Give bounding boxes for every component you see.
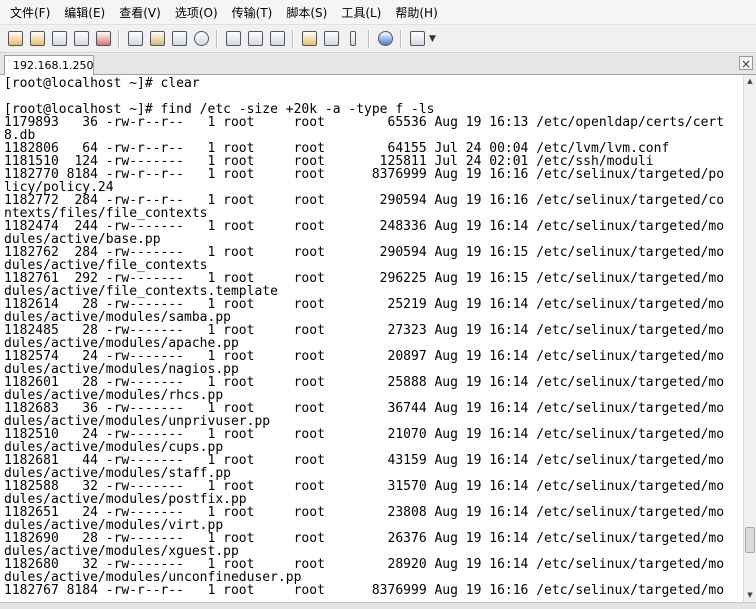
disconnect-icon[interactable] [93,29,113,49]
session-tab[interactable]: 192.168.1.250 [4,55,94,75]
terminal-output[interactable]: [root@localhost ~]# clear [root@localhost… [0,75,743,602]
toolbar-separator [292,29,294,48]
chevron-down-icon[interactable]: ▼ [429,34,436,44]
help-icon[interactable] [375,29,395,49]
menu-edit[interactable]: 编辑(E) [60,4,109,21]
connect-icon[interactable] [5,29,25,49]
paste-icon[interactable] [147,29,167,49]
toolbar-separator [368,29,370,48]
terminal-line: 1182767 8184 -rw-r--r-- 1 root root 8376… [4,583,725,598]
menu-transfer[interactable]: 传输(T) [228,4,277,21]
menu-script[interactable]: 脚本(S) [282,4,331,21]
reconnect-icon[interactable] [71,29,91,49]
menu-view[interactable]: 查看(V) [115,4,165,21]
toolbar-separator [400,29,402,48]
copy-icon[interactable] [125,29,145,49]
toolbar: ▼ [0,25,756,53]
copy-paste-icon[interactable] [169,29,189,49]
quick-connect-icon[interactable] [27,29,47,49]
terminal-line: [root@localhost ~]# clear [4,76,200,91]
sftp-icon[interactable] [407,29,427,49]
session-tab-strip: 192.168.1.250 × [0,54,756,75]
close-icon[interactable]: × [739,56,753,71]
connect-tab-icon[interactable] [49,29,69,49]
terminal-line: 1179893 36 -rw-r--r-- 1 root root 65536 … [4,115,725,130]
menu-file[interactable]: 文件(F) [6,4,54,21]
keymap-icon[interactable] [343,29,363,49]
session-options-icon[interactable] [299,29,319,49]
find-icon[interactable] [191,29,211,49]
menu-options[interactable]: 选项(O) [171,4,222,21]
print-screen-icon[interactable] [267,29,287,49]
toolbar-separator [216,29,218,48]
menu-help[interactable]: 帮助(H) [391,4,441,21]
print-setup-icon[interactable] [245,29,265,49]
scroll-up-icon[interactable]: ▲ [744,75,756,88]
scroll-down-icon[interactable]: ▼ [744,589,756,602]
menu-tools[interactable]: 工具(L) [337,4,385,21]
global-options-icon[interactable] [321,29,341,49]
scrollbar-thumb[interactable] [745,527,755,553]
session-tab-label: 192.168.1.250 [13,59,94,72]
toolbar-separator [118,29,120,48]
print-icon[interactable] [223,29,243,49]
status-bar [0,602,756,609]
vertical-scrollbar[interactable]: ▲ ▼ [743,75,756,602]
menu-bar: 文件(F) 编辑(E) 查看(V) 选项(O) 传输(T) 脚本(S) 工具(L… [0,0,756,25]
